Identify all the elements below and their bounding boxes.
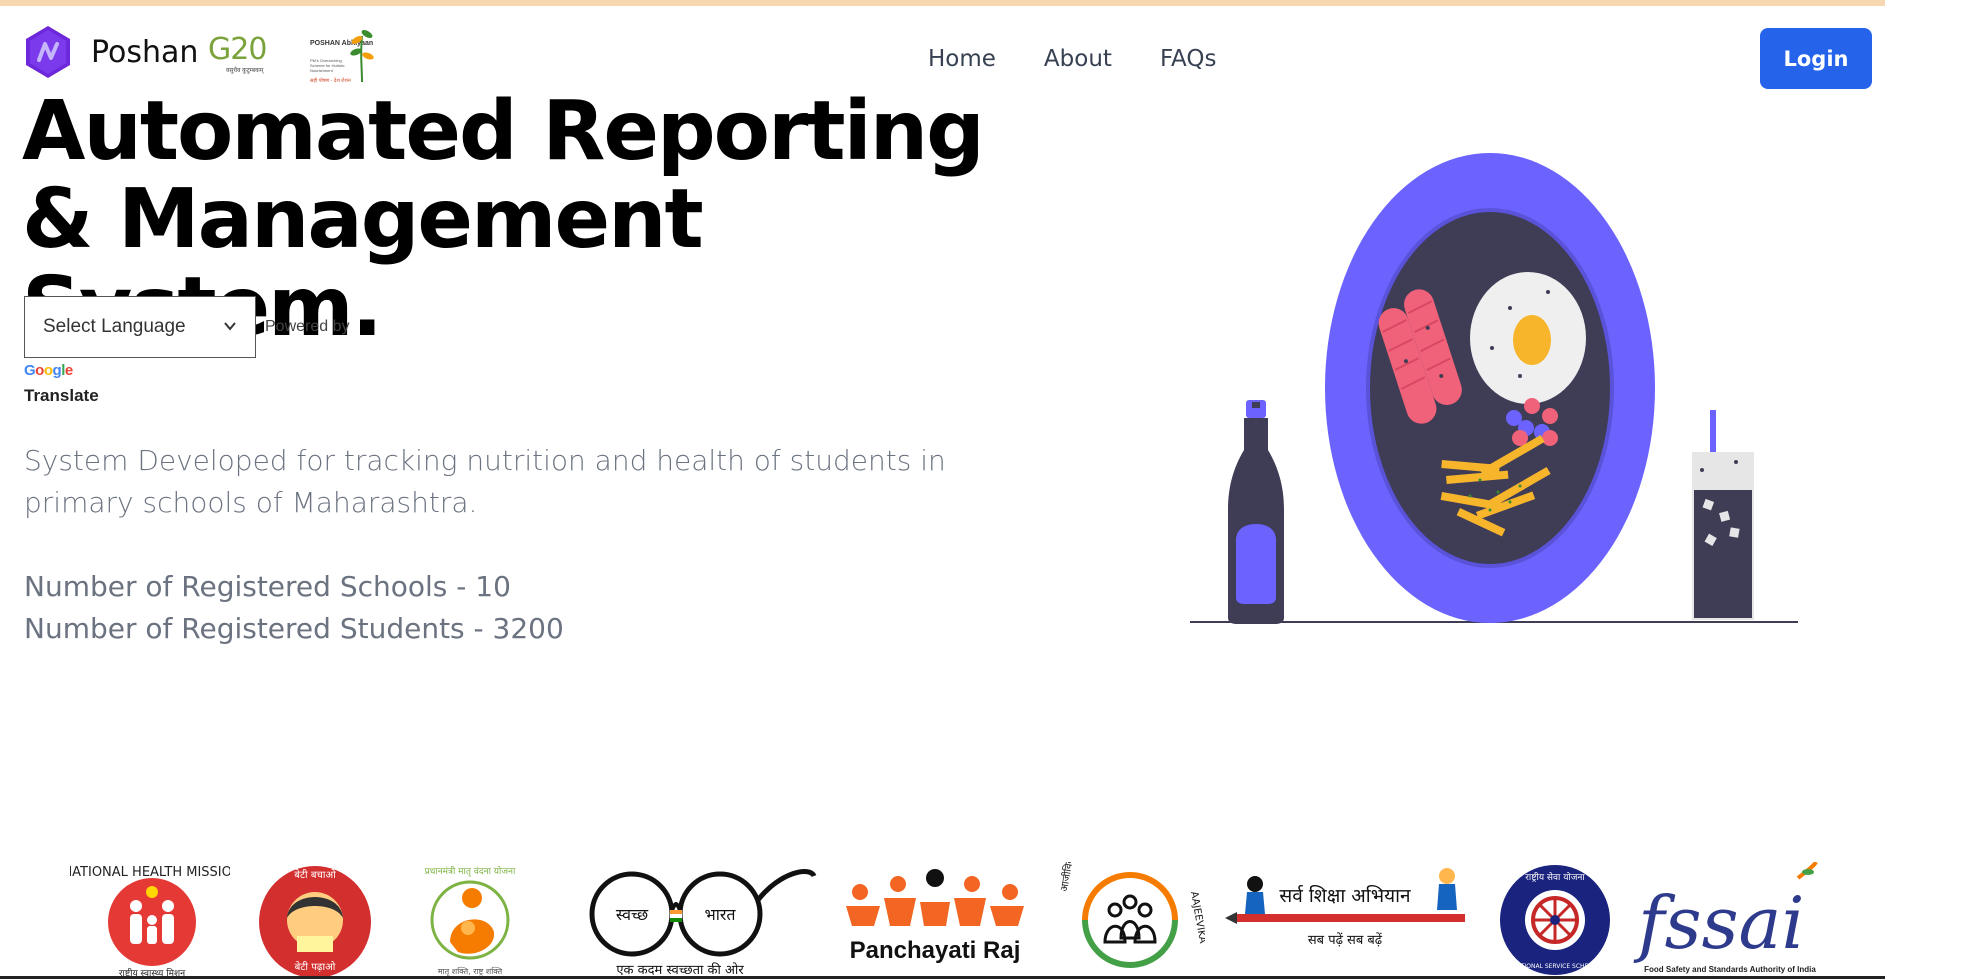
pmmvy-text: प्रधानमंत्री मातृ वंदना योजना xyxy=(425,865,516,877)
fssai-text: fssai xyxy=(1633,881,1805,965)
swachh-left: स्वच्छ xyxy=(616,905,649,924)
registered-students-count: Number of Registered Students - 3200 xyxy=(24,612,564,645)
pmmvy-logo: प्रधानमंत्री मातृ वंदना योजना मातृ शक्ति… xyxy=(425,865,516,977)
food-plate-illustration xyxy=(1190,153,1798,624)
fssai-logo: fssai Food Safety and Standards Authorit… xyxy=(1633,862,1818,974)
panchayati-raj-logo: Panchayati Raj xyxy=(846,869,1024,964)
nav-about[interactable]: About xyxy=(1044,46,1112,72)
brand-name: Poshan xyxy=(91,34,199,70)
plate-icon xyxy=(1325,153,1655,623)
right-gutter xyxy=(1885,0,1964,979)
g20-logo: G20 वसुधैव कुटुम्बकम् xyxy=(208,32,278,76)
chevron-down-icon xyxy=(224,322,236,331)
bbbp-top: बेटी बचाओ xyxy=(294,869,336,881)
translate-link[interactable]: Translate xyxy=(24,386,99,406)
nav-home[interactable]: Home xyxy=(928,46,996,72)
nav-faqs[interactable]: FAQs xyxy=(1160,46,1217,72)
nss-logo: राष्ट्रीय सेवा योजना NATIONAL SERVICE SC… xyxy=(1500,865,1610,975)
page-title-line-1: Automated Reporting xyxy=(22,84,985,179)
g20-logo-text: G20 xyxy=(208,32,267,67)
aajeevika-logo: आजीविका AAJEEVIKA xyxy=(1058,862,1205,968)
language-select[interactable]: Select Language xyxy=(24,296,256,358)
registration-stats: Number of Registered Schools - 10 Number… xyxy=(24,566,564,650)
poshan-abhiyaan-logo: POSHAN Abhiyaan PM's Overarching Scheme … xyxy=(310,26,374,88)
panchayati-text: Panchayati Raj xyxy=(850,937,1021,964)
brand[interactable]: Poshan xyxy=(23,24,198,80)
bbbp-logo: बेटी बचाओ बेटी पढ़ाओ xyxy=(259,866,371,978)
google-logo-text[interactable]: Google xyxy=(24,362,73,379)
nss-bottom: NATIONAL SERVICE SCHEME xyxy=(1513,963,1598,970)
bbbp-bottom: बेटी पढ़ाओ xyxy=(295,961,336,973)
fssai-sub: Food Safety and Standards Authority of I… xyxy=(1644,965,1816,974)
poshan-abhiyaan-sub: PM's Overarching Scheme for Holistic Nou… xyxy=(310,58,345,73)
glass-icon xyxy=(1692,410,1754,620)
nhm-text: NATIONAL HEALTH MISSION xyxy=(70,865,230,880)
login-button[interactable]: Login xyxy=(1760,28,1872,89)
swachh-right: भारत xyxy=(704,905,736,924)
swachh-bharat-logo: स्वच्छ भारत एक कदम स्वच्छता की ओर xyxy=(589,869,817,978)
bottle-icon xyxy=(1228,400,1284,624)
ssa-tag: सब पढ़ें सब बढ़ें xyxy=(1308,932,1383,948)
ssa-title: सर्व शिक्षा अभियान xyxy=(1279,884,1411,907)
aajeevika-left: आजीविका xyxy=(1058,862,1077,893)
nhm-logo: NATIONAL HEALTH MISSION राष्ट्रीय स्वास्… xyxy=(70,865,230,979)
poshan-logo-icon xyxy=(26,26,70,78)
partner-logos: NATIONAL HEALTH MISSION राष्ट्रीय स्वास्… xyxy=(70,862,1850,979)
g20-logo-sub: वसुधैव कुटुम्बकम् xyxy=(226,68,264,74)
powered-by-text: Powered by xyxy=(265,318,350,335)
description: System Developed for tracking nutrition … xyxy=(24,444,946,519)
nss-top: राष्ट्रीय सेवा योजना xyxy=(1525,871,1585,883)
aajeevika-right: AAJEEVIKA xyxy=(1188,891,1205,945)
sprout-icon xyxy=(350,30,374,83)
registered-schools-count: Number of Registered Schools - 10 xyxy=(24,570,511,603)
ssa-logo: सर्व शिक्षा अभियान सब पढ़ें सब बढ़ें xyxy=(1225,868,1465,948)
language-select-value: Select Language xyxy=(43,316,186,337)
main-nav: Home About FAQs xyxy=(928,46,1216,72)
